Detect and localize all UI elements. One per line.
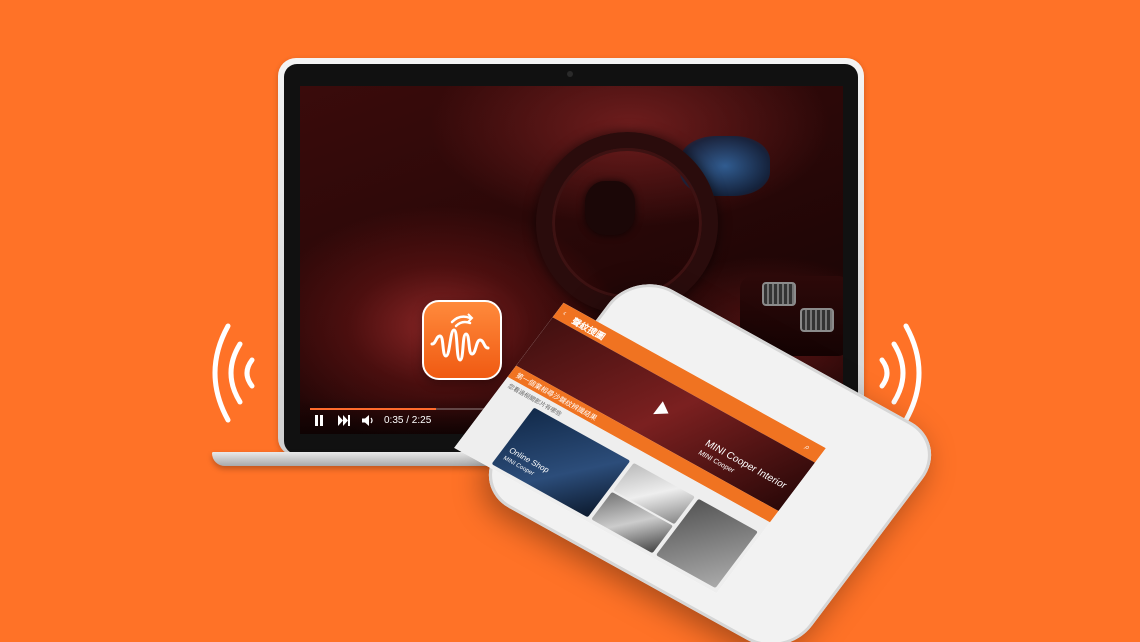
smartphone: ‹ 聲紋搜圖 ⌕ MINI Cooper Interior MINI Coope… [420, 268, 1020, 642]
progress-fill [310, 408, 436, 410]
pause-icon[interactable] [314, 415, 324, 430]
search-icon[interactable]: ⌕ [802, 442, 812, 453]
play-icon[interactable] [653, 401, 674, 420]
left-sound-waves-icon [212, 323, 255, 423]
back-arrow-icon[interactable]: ‹ [561, 309, 569, 318]
webcam [567, 71, 573, 77]
skip-next-icon[interactable] [338, 415, 350, 430]
volume-icon[interactable] [362, 415, 374, 430]
promo-stage: 0:35 / 2:25 ‹ 聲紋搜圖 ⌕ MINI Cooper Interio… [0, 0, 1140, 642]
steering-wheel-hub [585, 181, 635, 235]
